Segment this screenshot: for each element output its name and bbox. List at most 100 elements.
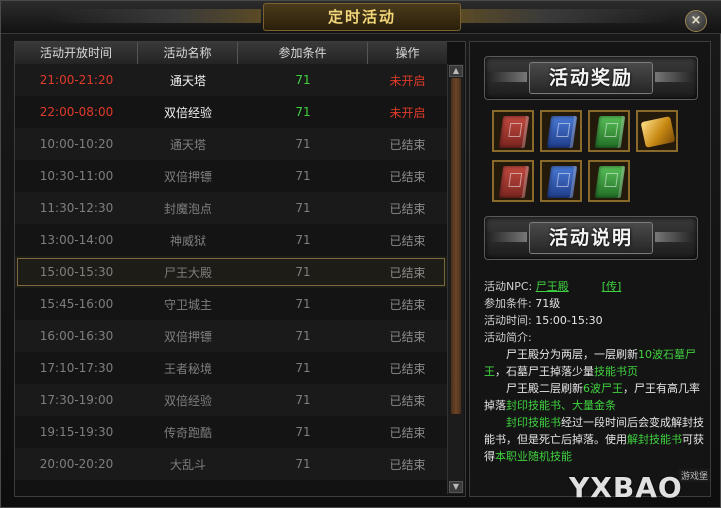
intro-paragraph-3: 封印技能书经过一段时间后会变成解封技能书，但是死亡后掉落。使用解封技能书可获得本…	[484, 414, 706, 465]
activity-name: 大乱斗	[169, 457, 206, 472]
activity-name: 封魔泡点	[163, 201, 212, 216]
table-row[interactable]: 15:45-16:00 守卫城主 71 已结束	[15, 288, 447, 320]
table-row[interactable]: 21:00-21:20 通天塔 71 未开启	[15, 64, 447, 96]
gold-ingot-icon	[640, 116, 676, 148]
time-label: 活动时间:	[484, 314, 532, 327]
activity-name: 守卫城主	[163, 297, 212, 312]
condition-line: 参加条件: 71级	[484, 295, 706, 312]
activity-rows: 21:00-21:20 通天塔 71 未开启 22:00-08:00 双倍经验 71 未开启 1…	[15, 64, 447, 480]
activity-time: 17:10-17:30	[39, 361, 114, 375]
title-ornament-right	[461, 9, 671, 23]
activity-table-panel: 活动开放时间 活动名称 参加条件 操作 21:00-21:20 通天塔 71 未开启 2…	[14, 41, 466, 497]
activity-time: 22:00-08:00	[39, 105, 114, 119]
table-scrollbar[interactable]: ▲ ▼	[447, 64, 464, 494]
activity-action[interactable]: 已结束	[368, 424, 447, 441]
intro-highlight: 6波尸王	[583, 382, 623, 395]
activity-name: 通天塔	[169, 73, 206, 88]
reward-slot[interactable]	[636, 110, 678, 152]
activity-time: 10:30-11:00	[39, 169, 114, 183]
reward-slot[interactable]	[588, 110, 630, 152]
activity-action[interactable]: 已结束	[368, 456, 447, 473]
table-header: 活动开放时间 活动名称 参加条件 操作	[15, 42, 447, 65]
description-banner: 活动说明	[484, 216, 698, 260]
title-bar[interactable]: 定时活动 ×	[1, 1, 721, 34]
activity-name: 王者秘境	[163, 361, 212, 376]
reward-slot[interactable]	[540, 110, 582, 152]
activity-time: 16:00-16:30	[39, 329, 114, 343]
npc-label: 活动NPC:	[484, 280, 533, 293]
reward-slot[interactable]	[540, 160, 582, 202]
title-ornament-left	[51, 9, 261, 23]
activity-name: 双倍经验	[163, 393, 212, 408]
header-open-time: 活动开放时间	[15, 42, 138, 64]
table-row[interactable]: 10:30-11:00 双倍押镖 71 已结束	[15, 160, 447, 192]
table-row[interactable]: 10:00-10:20 通天塔 71 已结束	[15, 128, 447, 160]
blue-skill-book-icon	[546, 116, 578, 148]
activity-action[interactable]: 未开启	[368, 104, 447, 121]
table-row[interactable]: 16:00-16:30 双倍押镖 71 已结束	[15, 320, 447, 352]
activity-time: 21:00-21:20	[39, 73, 114, 87]
reward-slot[interactable]	[588, 160, 630, 202]
activity-name: 神威狱	[169, 233, 206, 248]
intro-text: 尸王殿二层刷新	[506, 382, 583, 395]
activity-condition: 71	[295, 425, 311, 439]
npc-name-link[interactable]: 尸王殿	[536, 280, 569, 293]
activity-action[interactable]: 已结束	[368, 168, 447, 185]
close-button[interactable]: ×	[685, 10, 707, 32]
activity-action[interactable]: 已结束	[368, 232, 447, 249]
activity-action[interactable]: 已结束	[368, 136, 447, 153]
activity-action[interactable]: 已结束	[368, 328, 447, 345]
reward-slot[interactable]	[492, 110, 534, 152]
watermark-logo: YXBAO	[569, 471, 683, 504]
scroll-up-icon[interactable]: ▲	[449, 65, 463, 77]
watermark-tag: 游戏堡	[679, 469, 711, 482]
table-row[interactable]: 19:15-19:30 传奇跑酷 71 已结束	[15, 416, 447, 448]
condition-label: 参加条件:	[484, 297, 532, 310]
activity-name: 双倍经验	[163, 105, 212, 120]
activity-condition: 71	[295, 297, 311, 311]
activity-condition: 71	[295, 457, 311, 471]
activity-detail-panel: 活动奖励 活动说明 活动NPC: 尸王殿 [传] 参加条件: 71级 活动时间:…	[469, 41, 711, 497]
activity-action[interactable]: 未开启	[368, 72, 447, 89]
time-value: 15:00-15:30	[535, 314, 603, 327]
window-title: 定时活动	[263, 3, 461, 31]
activity-name: 尸王大殿	[163, 265, 212, 280]
red-skill-book-icon	[498, 166, 530, 198]
table-row[interactable]: 15:00-15:30 尸王大殿 71 已结束	[15, 256, 447, 288]
scroll-thumb[interactable]	[451, 78, 461, 414]
timed-activity-window: 定时活动 × 活动开放时间 活动名称 参加条件 操作 21:00-21:20 通天…	[0, 0, 721, 508]
scroll-down-icon[interactable]: ▼	[449, 481, 463, 493]
intro-highlight: 本职业随机技能	[495, 450, 572, 463]
activity-action[interactable]: 已结束	[368, 200, 447, 217]
reward-slot[interactable]	[492, 160, 534, 202]
banner-ornament-left	[487, 72, 527, 82]
banner-ornament-left	[487, 232, 527, 242]
npc-line: 活动NPC: 尸王殿 [传]	[484, 278, 706, 295]
table-row[interactable]: 13:00-14:00 神威狱 71 已结束	[15, 224, 447, 256]
intro-highlight: 技能书页	[594, 365, 638, 378]
activity-condition: 71	[295, 393, 311, 407]
intro-paragraph-2: 尸王殿二层刷新6波尸王，尸王有高几率掉落封印技能书、大量金条	[484, 380, 706, 414]
table-row[interactable]: 17:10-17:30 王者秘境 71 已结束	[15, 352, 447, 384]
condition-value: 71级	[535, 297, 561, 310]
table-row[interactable]: 11:30-12:30 封魔泡点 71 已结束	[15, 192, 447, 224]
activity-name: 双倍押镖	[163, 169, 212, 184]
intro-label: 活动简介:	[484, 331, 532, 344]
activity-condition: 71	[295, 137, 311, 151]
table-row[interactable]: 20:00-20:20 大乱斗 71 已结束	[15, 448, 447, 480]
activity-time: 20:00-20:20	[39, 457, 114, 471]
header-activity-name: 活动名称	[138, 42, 238, 64]
activity-action[interactable]: 已结束	[368, 392, 447, 409]
activity-action[interactable]: 已结束	[368, 296, 447, 313]
activity-name: 通天塔	[169, 137, 206, 152]
activity-time: 15:00-15:30	[39, 265, 114, 279]
activity-time: 11:30-12:30	[39, 201, 114, 215]
activity-time: 19:15-19:30	[39, 425, 114, 439]
blue-skill-book-icon	[546, 166, 578, 198]
table-row[interactable]: 17:30-19:00 双倍经验 71 已结束	[15, 384, 447, 416]
activity-action[interactable]: 已结束	[368, 264, 447, 281]
table-row[interactable]: 22:00-08:00 双倍经验 71 未开启	[15, 96, 447, 128]
activity-action[interactable]: 已结束	[368, 360, 447, 377]
header-condition: 参加条件	[238, 42, 368, 64]
teleport-link[interactable]: [传]	[602, 280, 622, 293]
